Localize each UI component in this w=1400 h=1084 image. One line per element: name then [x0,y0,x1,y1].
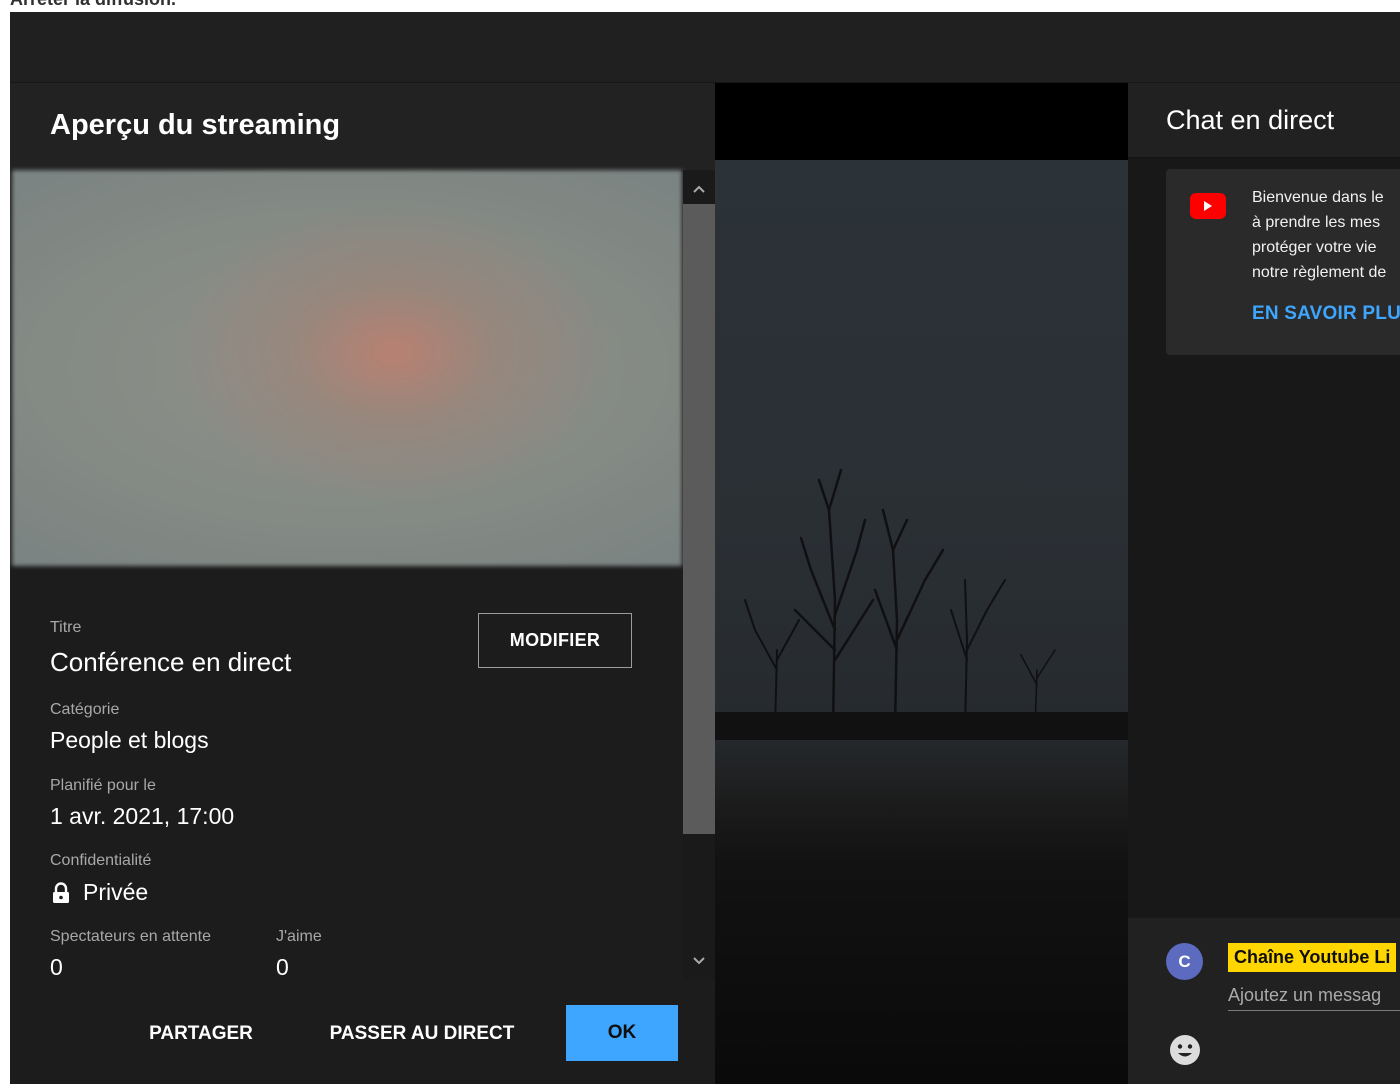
live-chat-panel: Chat en direct Bienvenue dans le à prend… [1128,83,1400,1084]
lock-icon [52,882,70,904]
chat-input-area: C Chaîne Youtube Li [1128,918,1400,1084]
scroll-thumb[interactable] [683,204,715,834]
waiting-viewers-label: Spectateurs en attente [50,928,211,945]
title-value: Conférence en direct [50,647,292,677]
panel-scrollbar[interactable] [683,170,715,980]
top-bar [10,12,1400,83]
likes-label: J'aime [276,928,322,945]
preview-title: Aperçu du streaming [50,109,341,141]
page-caption: Arrêter la diffusion. [10,0,176,11]
webcam-preview [12,170,682,566]
chevron-up-icon[interactable] [683,178,715,198]
trees-silhouette [715,468,1128,740]
chat-header: Chat en direct [1128,83,1400,158]
category-value: People et blogs [50,727,209,753]
waiting-viewers-value: 0 [50,954,63,980]
likes-value: 0 [276,954,289,980]
ok-button[interactable]: OK [566,1005,678,1061]
share-button[interactable]: PARTAGER [138,1006,264,1062]
live-control-room: Aperçu du streaming Titre Conférence en … [10,12,1400,1084]
title-label: Titre [50,619,82,636]
welcome-line-3: protéger votre vie [1252,239,1377,256]
avatar: C [1166,943,1203,980]
go-live-button[interactable]: PASSER AU DIRECT [322,1006,522,1062]
privacy-label: Confidentialité [50,852,152,869]
welcome-line-2: à prendre les mes [1252,214,1381,231]
scheduled-label: Planifié pour le [50,777,156,794]
channel-name-badge: Chaîne Youtube Li [1228,943,1397,972]
category-label: Catégorie [50,701,120,718]
preview-header: Aperçu du streaming [10,83,715,171]
learn-more-link[interactable]: EN SAVOIR PLU [1252,303,1400,325]
chat-welcome-card: Bienvenue dans le à prendre les mes prot… [1166,169,1400,355]
chat-title: Chat en direct [1166,105,1335,135]
welcome-line-1: Bienvenue dans le [1252,189,1384,206]
chevron-down-icon[interactable] [683,950,715,970]
live-video-area [715,83,1128,1084]
scheduled-value: 1 avr. 2021, 17:00 [50,803,235,829]
youtube-icon [1190,193,1226,219]
video-frame [715,160,1128,1084]
emoji-icon[interactable] [1169,1034,1201,1066]
stream-preview-panel: Aperçu du streaming Titre Conférence en … [10,83,715,1084]
welcome-line-4: notre règlement de [1252,264,1387,281]
chat-message-input[interactable] [1228,980,1400,1011]
edit-button[interactable]: MODIFIER [478,613,632,668]
privacy-value: Privée [83,879,149,905]
